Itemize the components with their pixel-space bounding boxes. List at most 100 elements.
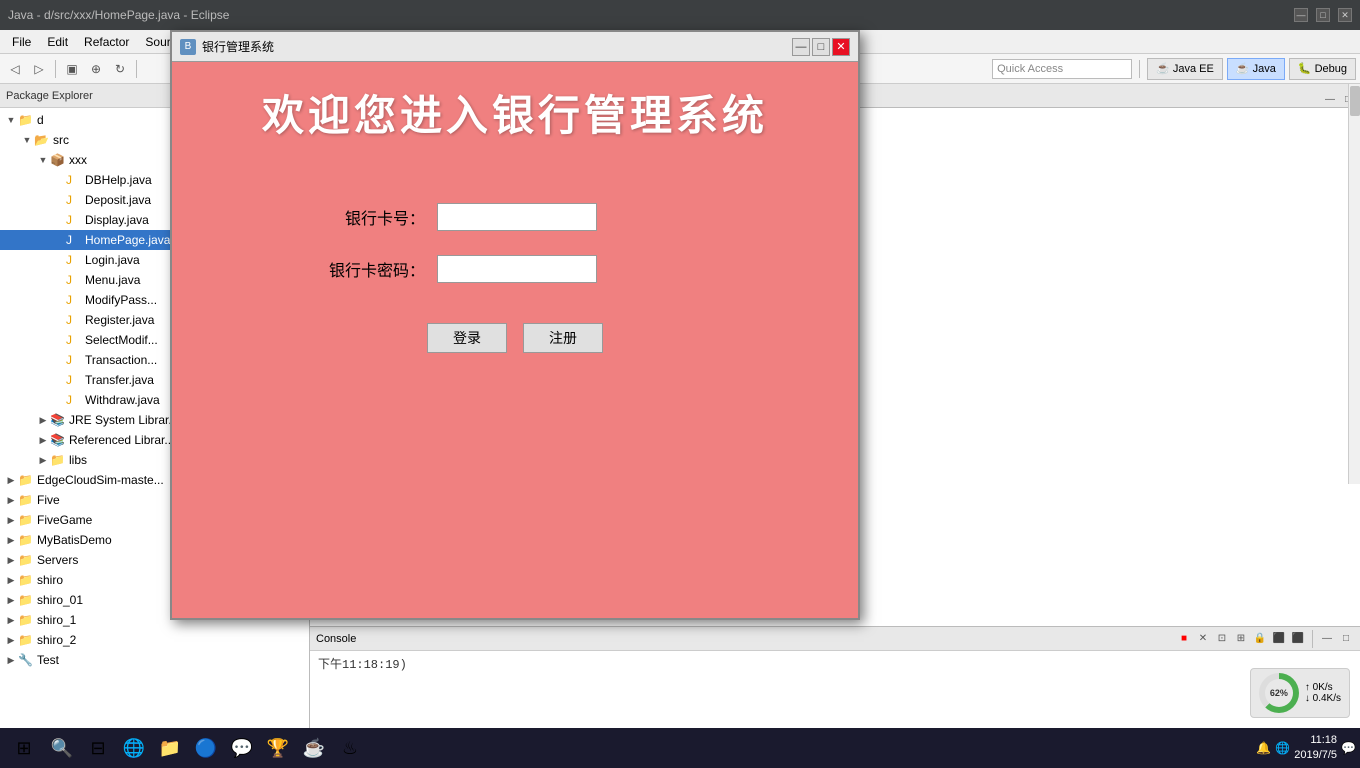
console-btn4[interactable]: ⬛: [1290, 631, 1306, 647]
taskbar-search[interactable]: 🔍: [44, 730, 80, 766]
tree-label-d: d: [37, 113, 44, 127]
taskbar-network-icon[interactable]: 🌐: [1275, 741, 1290, 755]
java-icon-deposit: J: [66, 193, 82, 207]
banking-modal-body: 欢迎您进入银行管理系统 银行卡号： 银行卡密码： 登录 注册: [172, 62, 858, 618]
tree-toggle-shiro2[interactable]: ▶: [4, 635, 18, 646]
modal-close-btn[interactable]: ✕: [832, 38, 850, 56]
toolbar-right: Quick Access ☕ Java EE ☕ Java 🐛 Debug: [992, 58, 1356, 80]
tree-toggle-xxx[interactable]: ▼: [36, 155, 50, 165]
tree-toggle-fivegame[interactable]: ▶: [4, 515, 18, 526]
modal-maximize-btn[interactable]: □: [812, 38, 830, 56]
minimize-button[interactable]: —: [1294, 8, 1308, 22]
tree-toggle-reflib[interactable]: ▶: [36, 435, 50, 446]
console-btn1[interactable]: ⊡: [1214, 631, 1230, 647]
taskbar-app1[interactable]: 💬: [224, 730, 260, 766]
perspective-java-ee[interactable]: ☕ Java EE: [1147, 58, 1223, 80]
editor-scrollbar-thumb[interactable]: [1350, 108, 1360, 116]
tree-toggle-shiro1[interactable]: ▶: [4, 615, 18, 626]
tree-label-servers: Servers: [37, 553, 78, 567]
tree-toggle-mybatis[interactable]: ▶: [4, 535, 18, 546]
card-password-row: 银行卡密码：: [315, 255, 715, 283]
tree-label-homepage: HomePage.java: [85, 233, 170, 247]
tree-label-selectmodif: SelectModif...: [85, 333, 158, 347]
network-percent: 62%: [1270, 688, 1288, 698]
close-button[interactable]: ✕: [1338, 8, 1352, 22]
project-icon-shiro: 📁: [18, 573, 34, 587]
toolbar-btn-2[interactable]: ⊕: [85, 58, 107, 80]
tree-toggle-servers[interactable]: ▶: [4, 555, 18, 566]
project-icon-shiro01: 📁: [18, 593, 34, 607]
tree-toggle-d[interactable]: ▼: [4, 115, 18, 125]
tree-label-deposit: Deposit.java: [85, 193, 151, 207]
taskbar-notification[interactable]: 🔔: [1256, 741, 1271, 755]
taskbar-eclipse[interactable]: ☕: [296, 730, 332, 766]
start-button[interactable]: ⊞: [4, 728, 44, 768]
clock-time: 11:18: [1294, 733, 1337, 748]
console-scroll-lock[interactable]: 🔒: [1252, 631, 1268, 647]
perspective-java[interactable]: ☕ Java: [1227, 58, 1285, 80]
taskbar-edge[interactable]: 🌐: [116, 730, 152, 766]
java-icon-menu: J: [66, 273, 82, 287]
window-controls: — □ ✕: [1294, 8, 1352, 22]
tree-label-transaction: Transaction...: [85, 353, 157, 367]
tree-label-display: Display.java: [85, 213, 149, 227]
taskbar-explorer[interactable]: 📁: [152, 730, 188, 766]
console-btn2[interactable]: ⊞: [1233, 631, 1249, 647]
quick-access-box[interactable]: Quick Access: [992, 59, 1132, 79]
taskbar-task-view[interactable]: ⊟: [80, 730, 116, 766]
menu-edit[interactable]: Edit: [39, 33, 76, 51]
login-button[interactable]: 登录: [427, 323, 507, 353]
console-clear-btn[interactable]: ✕: [1195, 631, 1211, 647]
card-number-row: 银行卡号：: [315, 203, 715, 231]
network-up-icon: ↑ 0K/s: [1305, 682, 1341, 693]
tree-item-shiro2[interactable]: ▶ 📁 shiro_2: [0, 630, 309, 650]
perspective-debug[interactable]: 🐛 Debug: [1289, 58, 1356, 80]
taskbar-app2[interactable]: 🏆: [260, 730, 296, 766]
tree-toggle-shiro01[interactable]: ▶: [4, 595, 18, 606]
tree-toggle-libs[interactable]: ▶: [36, 455, 50, 466]
tree-toggle-jre[interactable]: ▶: [36, 415, 50, 426]
menu-file[interactable]: File: [4, 33, 39, 51]
tree-label-withdraw: Withdraw.java: [85, 393, 160, 407]
taskbar-java[interactable]: ♨: [332, 730, 368, 766]
banking-modal-title: 银行管理系统: [202, 38, 790, 55]
console-stop-btn[interactable]: ■: [1176, 631, 1192, 647]
toolbar-separator-1: [55, 60, 56, 78]
toolbar-back[interactable]: ◁: [4, 58, 26, 80]
console-maximize[interactable]: □: [1338, 631, 1354, 647]
console-minimize[interactable]: —: [1319, 631, 1335, 647]
register-button[interactable]: 注册: [523, 323, 603, 353]
menu-refactor[interactable]: Refactor: [76, 33, 137, 51]
editor-scrollbar[interactable]: [1348, 108, 1360, 484]
tree-toggle-shiro[interactable]: ▶: [4, 575, 18, 586]
console-btn3[interactable]: ⬛: [1271, 631, 1287, 647]
tree-toggle-edgecloud[interactable]: ▶: [4, 475, 18, 486]
java-icon-transfer: J: [66, 373, 82, 387]
toolbar-btn-1[interactable]: ▣: [61, 58, 83, 80]
src-icon: 📂: [34, 133, 50, 147]
tree-label-shiro01: shiro_01: [37, 593, 83, 607]
editor-minimize-btn[interactable]: —: [1322, 91, 1338, 107]
card-password-input[interactable]: [437, 255, 597, 283]
card-password-label: 银行卡密码：: [315, 257, 425, 281]
window-title: Java - d/src/xxx/HomePage.java - Eclipse: [8, 8, 1294, 22]
tree-label-xxx: xxx: [69, 153, 87, 167]
card-number-input[interactable]: [437, 203, 597, 231]
console-output: 下午11:18:19): [318, 658, 407, 672]
tree-item-test[interactable]: ▶ 🔧 Test: [0, 650, 309, 670]
tree-toggle-five[interactable]: ▶: [4, 495, 18, 506]
taskbar-chrome[interactable]: 🔵: [188, 730, 224, 766]
tree-toggle-test[interactable]: ▶: [4, 655, 18, 666]
project-icon-edgecloud: 📁: [18, 473, 34, 487]
title-bar: Java - d/src/xxx/HomePage.java - Eclipse…: [0, 0, 1360, 30]
taskbar-action-center[interactable]: 💬: [1341, 741, 1356, 755]
java-icon-dbhelp: J: [66, 173, 82, 187]
banking-modal-icon: B: [180, 39, 196, 55]
modal-minimize-btn[interactable]: —: [792, 38, 810, 56]
tree-label-dbhelp: DBHelp.java: [85, 173, 152, 187]
toolbar-forward[interactable]: ▷: [28, 58, 50, 80]
console-controls: ■ ✕ ⊡ ⊞ 🔒 ⬛ ⬛ — □: [1176, 630, 1354, 648]
maximize-button[interactable]: □: [1316, 8, 1330, 22]
toolbar-btn-3[interactable]: ↻: [109, 58, 131, 80]
tree-toggle-src[interactable]: ▼: [20, 135, 34, 145]
